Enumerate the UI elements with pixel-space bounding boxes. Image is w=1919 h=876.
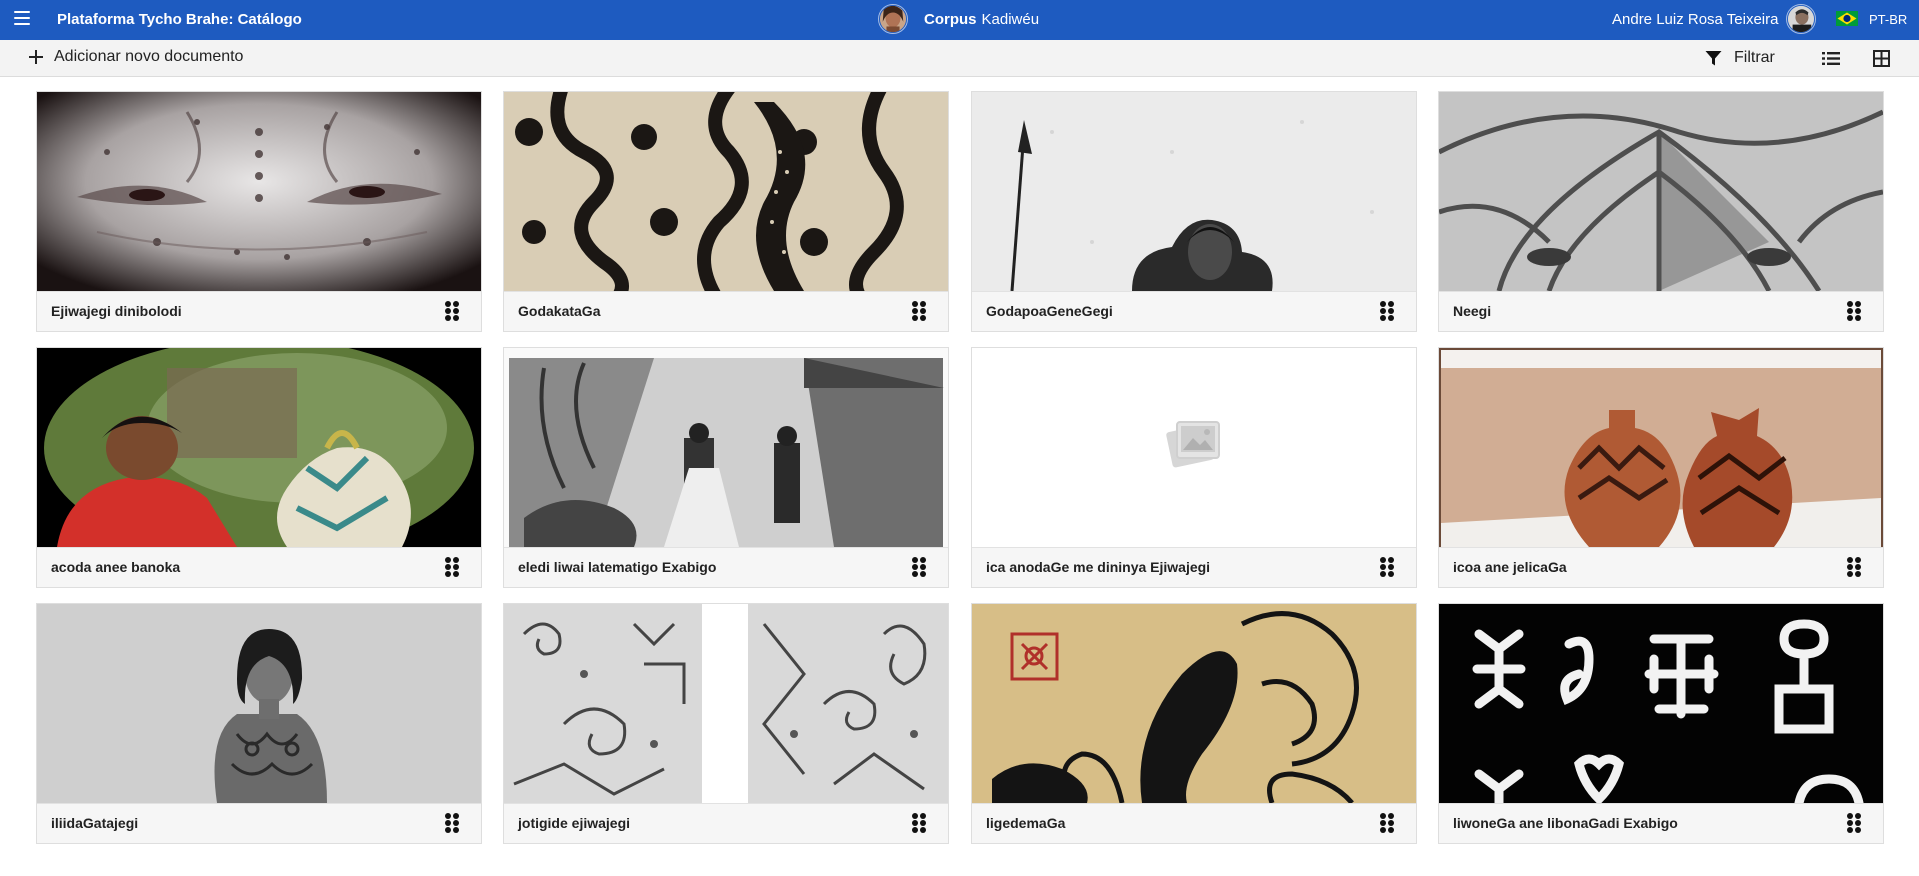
drag-handle-icon[interactable] [1380, 813, 1396, 833]
image-placeholder-icon [1166, 421, 1220, 468]
document-title[interactable]: Neegi [1453, 303, 1491, 319]
document-caption: ligedemaGa [972, 803, 1416, 843]
document-thumbnail [37, 348, 481, 547]
grid-view-icon[interactable] [1873, 50, 1890, 67]
user-avatar[interactable] [1786, 4, 1816, 34]
document-title[interactable]: icoa ane jelicaGa [1453, 559, 1567, 575]
document-card[interactable]: GodapoaGeneGegi [971, 91, 1417, 332]
corpus-avatar [878, 4, 908, 34]
toolbar: Adicionar novo documento Filtrar [0, 40, 1919, 77]
corpus-selector[interactable]: Corpus Kadiwéu [878, 4, 1039, 34]
document-card[interactable]: jotigide ejiwajegi [503, 603, 949, 844]
document-card[interactable]: Neegi [1438, 91, 1884, 332]
document-caption: ica anodaGe me dininya Ejiwajegi [972, 547, 1416, 587]
document-title[interactable]: acoda anee banoka [51, 559, 180, 575]
document-card[interactable]: eledi liwai latematigo Exabigo [503, 347, 949, 588]
drag-handle-icon[interactable] [445, 813, 461, 833]
document-caption: GodapoaGeneGegi [972, 291, 1416, 331]
document-thumbnail [1439, 604, 1883, 803]
document-card[interactable]: ligedemaGa [971, 603, 1417, 844]
document-title[interactable]: ica anodaGe me dininya Ejiwajegi [986, 559, 1210, 575]
document-caption: Neegi [1439, 291, 1883, 331]
plus-icon [28, 49, 44, 65]
document-card[interactable]: icoa ane jelicaGa [1438, 347, 1884, 588]
document-thumbnail [504, 348, 948, 547]
user-name[interactable]: Andre Luiz Rosa Teixeira [1612, 11, 1778, 28]
document-title[interactable]: iliidaGatajegi [51, 815, 138, 831]
filter-button[interactable]: Filtrar [1705, 49, 1775, 67]
corpus-label: Corpus [924, 10, 977, 28]
document-thumbnail [504, 92, 948, 291]
list-view-icon[interactable] [1822, 51, 1840, 66]
document-caption: Ejiwajegi dinibolodi [37, 291, 481, 331]
filter-icon [1705, 50, 1722, 65]
document-title[interactable]: Ejiwajegi dinibolodi [51, 303, 182, 319]
document-title[interactable]: GodapoaGeneGegi [986, 303, 1113, 319]
document-card[interactable]: GodakataGa [503, 91, 949, 332]
document-caption: jotigide ejiwajegi [504, 803, 948, 843]
drag-handle-icon[interactable] [1847, 301, 1863, 321]
drag-handle-icon[interactable] [1380, 301, 1396, 321]
document-title[interactable]: eledi liwai latematigo Exabigo [518, 559, 716, 575]
top-navbar: Plataforma Tycho Brahe: Catálogo Corpus … [0, 0, 1919, 40]
filter-label: Filtrar [1734, 49, 1775, 66]
document-thumbnail [972, 348, 1416, 547]
document-caption: eledi liwai latematigo Exabigo [504, 547, 948, 587]
document-caption: liwoneGa ane libonaGadi Exabigo [1439, 803, 1883, 843]
drag-handle-icon[interactable] [912, 557, 928, 577]
drag-handle-icon[interactable] [1380, 557, 1396, 577]
drag-handle-icon[interactable] [445, 557, 461, 577]
add-document-button[interactable]: Adicionar novo documento [28, 48, 243, 66]
document-title[interactable]: jotigide ejiwajegi [518, 815, 630, 831]
corpus-name: Kadiwéu [981, 10, 1040, 28]
document-title[interactable]: liwoneGa ane libonaGadi Exabigo [1453, 815, 1678, 831]
document-card[interactable]: Ejiwajegi dinibolodi [36, 91, 482, 332]
language-selector[interactable]: PT-BR [1869, 12, 1907, 27]
drag-handle-icon[interactable] [445, 301, 461, 321]
document-caption: acoda anee banoka [37, 547, 481, 587]
document-caption: GodakataGa [504, 291, 948, 331]
add-document-label: Adicionar novo documento [54, 48, 244, 65]
drag-handle-icon[interactable] [912, 813, 928, 833]
document-thumbnail [1439, 348, 1883, 547]
drag-handle-icon[interactable] [912, 301, 928, 321]
app-title[interactable]: Plataforma Tycho Brahe: Catálogo [57, 11, 302, 28]
document-card[interactable]: liwoneGa ane libonaGadi Exabigo [1438, 603, 1884, 844]
drag-handle-icon[interactable] [1847, 557, 1863, 577]
document-card[interactable]: acoda anee banoka [36, 347, 482, 588]
document-card[interactable]: iliidaGatajegi [36, 603, 482, 844]
document-title[interactable]: GodakataGa [518, 303, 600, 319]
document-caption: icoa ane jelicaGa [1439, 547, 1883, 587]
drag-handle-icon[interactable] [1847, 813, 1863, 833]
hamburger-menu-icon[interactable] [12, 8, 32, 30]
document-thumbnail [972, 604, 1416, 803]
document-thumbnail [37, 604, 481, 803]
document-card[interactable]: ica anodaGe me dininya Ejiwajegi [971, 347, 1417, 588]
document-thumbnail [37, 92, 481, 291]
document-caption: iliidaGatajegi [37, 803, 481, 843]
document-thumbnail [972, 92, 1416, 291]
document-thumbnail [1439, 92, 1883, 291]
document-thumbnail [504, 604, 948, 803]
brazil-flag-icon[interactable] [1836, 11, 1858, 26]
document-title[interactable]: ligedemaGa [986, 815, 1065, 831]
